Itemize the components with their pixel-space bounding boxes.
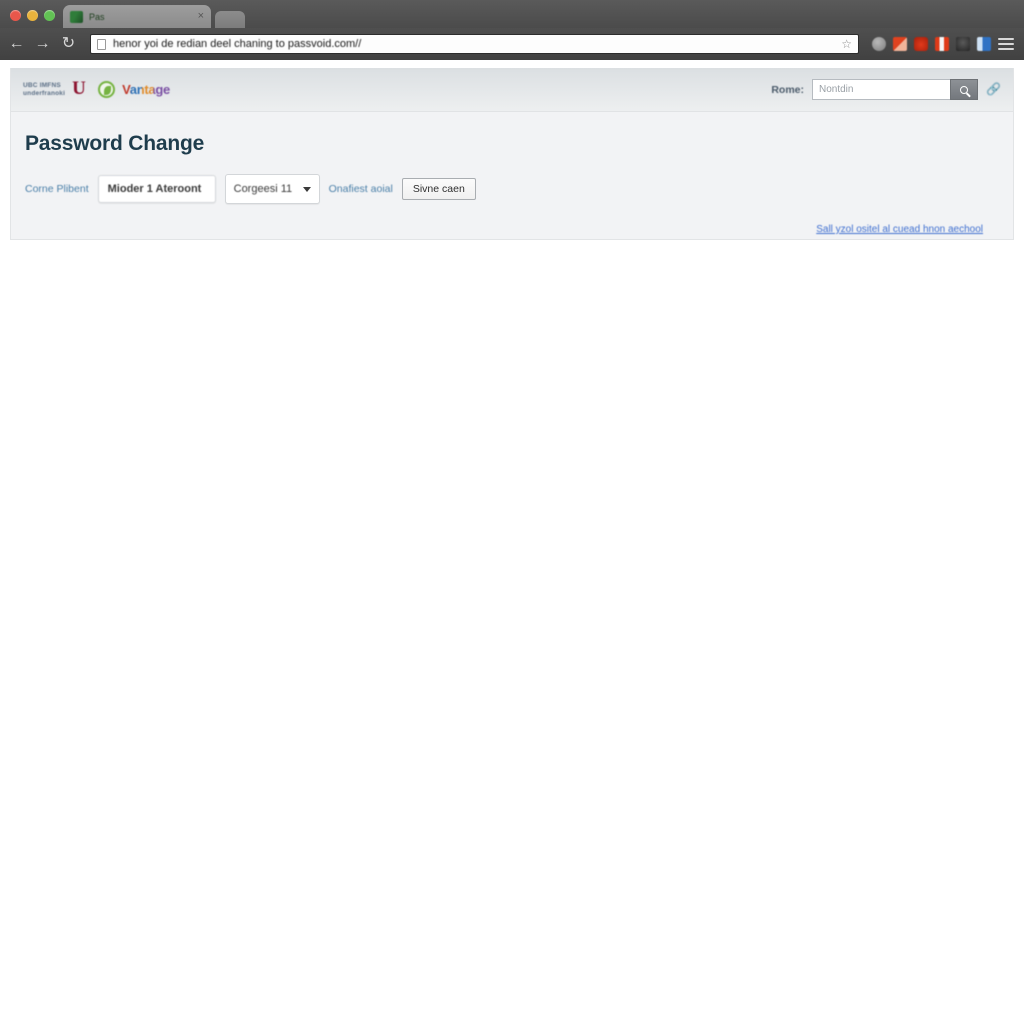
browser-tab[interactable]: Pas × xyxy=(63,5,211,28)
tab-close-icon[interactable]: × xyxy=(198,11,204,22)
tab-title: Pas xyxy=(89,11,105,22)
new-tab-button[interactable] xyxy=(215,11,245,28)
extension-icon-4[interactable] xyxy=(956,37,970,51)
help-link[interactable]: Sall yzol ositel al cuead hnon aechool xyxy=(816,224,983,235)
close-window-button[interactable] xyxy=(10,10,21,21)
search-group: Nontdin xyxy=(812,79,978,100)
category-select[interactable]: Corgeesi 11 xyxy=(224,174,320,204)
extension-icon-2[interactable] xyxy=(914,37,928,51)
category-select-value: Corgeesi 11 xyxy=(233,183,293,195)
chevron-down-icon xyxy=(302,186,311,192)
hamburger-menu-icon[interactable] xyxy=(998,38,1014,50)
extension-icons xyxy=(872,37,1016,51)
password-change-form: Corne Plibent Mioder 1 Ateroont Corgeesi… xyxy=(25,174,999,204)
minimize-window-button[interactable] xyxy=(27,10,38,21)
header-search: Rome: Nontdin 🔗 xyxy=(771,79,1001,100)
search-icon xyxy=(960,85,968,94)
brand-u-icon: U xyxy=(72,78,86,99)
save-button[interactable]: Sivne caen xyxy=(401,178,476,200)
leaf-logo-icon xyxy=(98,81,116,98)
back-button[interactable]: ← xyxy=(8,36,25,52)
app-header: UBC IMFNS underfranoki U Vantage Rome: N… xyxy=(11,68,1013,112)
browser-navbar: ← → ↻ henor yoi de redian deel chaning t… xyxy=(0,28,1024,60)
search-button[interactable] xyxy=(950,79,978,100)
bottom-link-row: Sall yzol ositel al cuead hnon aechool xyxy=(25,204,999,235)
browser-chrome: Pas × ← → ↻ henor yoi de redian deel cha… xyxy=(0,0,1024,60)
inline-link[interactable]: Onafiest aoial xyxy=(329,183,393,195)
reload-button[interactable]: ↻ xyxy=(60,36,77,52)
window-controls[interactable] xyxy=(0,10,63,28)
bookmark-star-icon[interactable]: ☆ xyxy=(841,37,852,51)
brand-logo[interactable]: UBC IMFNS underfranoki U Vantage xyxy=(23,78,170,99)
tab-strip: Pas × xyxy=(0,0,1024,28)
extension-icon-5[interactable] xyxy=(977,37,991,51)
address-bar[interactable]: henor yoi de redian deel chaning to pass… xyxy=(90,34,859,54)
link-icon[interactable]: 🔗 xyxy=(986,83,1001,96)
extension-icon-1[interactable] xyxy=(893,37,907,51)
page-content: UBC IMFNS underfranoki U Vantage Rome: N… xyxy=(0,68,1024,240)
app-body: Password Change Corne Plibent Mioder 1 A… xyxy=(11,112,1013,235)
brand-wordmark: UBC IMFNS underfranoki xyxy=(23,82,66,97)
extension-icon-3[interactable] xyxy=(935,37,949,51)
tab-favicon-icon xyxy=(70,10,83,23)
page-info-icon[interactable] xyxy=(97,38,106,50)
search-input[interactable]: Nontdin xyxy=(812,79,950,100)
app-panel: UBC IMFNS underfranoki U Vantage Rome: N… xyxy=(10,68,1014,240)
vantage-wordmark: Vantage xyxy=(122,82,170,97)
maximize-window-button[interactable] xyxy=(44,10,55,21)
page-title: Password Change xyxy=(25,132,205,155)
url-text: henor yoi de redian deel chaning to pass… xyxy=(113,38,362,50)
account-input[interactable]: Mioder 1 Ateroont xyxy=(97,175,216,203)
forward-button[interactable]: → xyxy=(34,36,51,52)
globe-icon[interactable] xyxy=(872,37,886,51)
search-label: Rome: xyxy=(771,83,804,96)
field-label: Corne Plibent xyxy=(25,183,89,195)
